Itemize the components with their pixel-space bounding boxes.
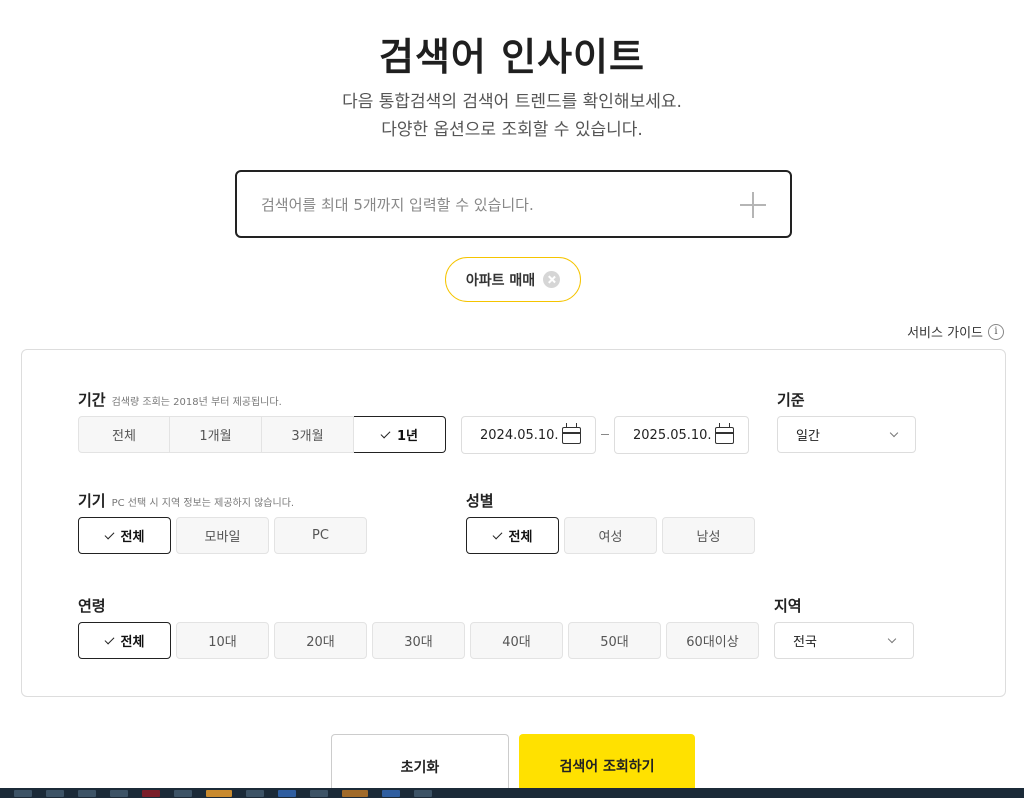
taskbar-icon[interactable] — [110, 789, 128, 797]
age-option-50s[interactable]: 50대 — [568, 622, 661, 659]
end-date-value: 2025.05.10. — [633, 427, 712, 443]
age-option-30s[interactable]: 30대 — [372, 622, 465, 659]
check-icon — [104, 529, 114, 539]
keyword-chip[interactable]: 아파트 매매 — [445, 257, 581, 302]
gender-segment: 전체 여성 남성 — [466, 517, 760, 554]
age-option-60plus[interactable]: 60대이상 — [666, 622, 759, 659]
gender-option-male[interactable]: 남성 — [662, 517, 755, 554]
age-option-all[interactable]: 전체 — [78, 622, 171, 659]
basis-select-value: 일간 — [796, 429, 820, 444]
taskbar-icon[interactable] — [46, 789, 64, 797]
age-option-20s[interactable]: 20대 — [274, 622, 367, 659]
region-label: 지역 — [774, 597, 802, 615]
taskbar-icon[interactable] — [14, 789, 32, 797]
period-option-3month[interactable]: 3개월 — [262, 416, 354, 453]
period-label: 기간 검색량 조회는 2018년 부터 제공됩니다. — [78, 391, 282, 409]
device-note: PC 선택 시 지역 정보는 제공하지 않습니다. — [111, 498, 295, 509]
device-option-pc[interactable]: PC — [274, 517, 367, 554]
start-date-field[interactable]: 2024.05.10. — [461, 416, 596, 454]
remove-keyword-close-icon[interactable] — [543, 271, 561, 288]
region-select[interactable]: 전국 — [774, 622, 914, 659]
taskbar-icon[interactable] — [206, 789, 232, 797]
chevron-down-icon — [887, 634, 897, 644]
chevron-down-icon — [889, 428, 899, 438]
period-note: 검색량 조회는 2018년 부터 제공됩니다. — [111, 397, 282, 408]
taskbar-icon[interactable] — [174, 789, 192, 797]
age-option-10s[interactable]: 10대 — [176, 622, 269, 659]
gender-option-female[interactable]: 여성 — [564, 517, 657, 554]
period-option-1year[interactable]: 1년 — [354, 416, 446, 453]
service-guide-label: 서비스 가이드 — [907, 326, 983, 341]
date-range-dash — [601, 434, 609, 435]
period-option-1month[interactable]: 1개월 — [170, 416, 262, 453]
taskbar-icon[interactable] — [246, 789, 264, 797]
taskbar-icon[interactable] — [142, 789, 160, 797]
check-icon — [492, 529, 502, 539]
gender-label: 성별 — [466, 492, 494, 510]
os-taskbar — [0, 788, 1024, 798]
taskbar-icon[interactable] — [278, 789, 296, 797]
info-icon: i — [988, 323, 1004, 340]
calendar-icon — [715, 423, 734, 444]
keyword-chip-label: 아파트 매매 — [465, 272, 536, 289]
period-segment: 전체 1개월 3개월 1년 — [78, 416, 446, 453]
period-option-all[interactable]: 전체 — [78, 416, 170, 453]
page-subtitle: 다음 통합검색의 검색어 트렌드를 확인해보세요. 다양한 옵션으로 조회할 수… — [0, 88, 1024, 144]
search-input[interactable] — [261, 190, 721, 220]
basis-label: 기준 — [777, 391, 805, 409]
taskbar-icon[interactable] — [414, 789, 432, 797]
calendar-icon — [562, 423, 581, 444]
taskbar-icon[interactable] — [342, 789, 368, 797]
basis-select[interactable]: 일간 — [777, 416, 916, 453]
subtitle-line-1: 다음 통합검색의 검색어 트렌드를 확인해보세요. — [342, 92, 682, 112]
add-keyword-plus-icon[interactable] — [738, 190, 768, 220]
device-option-mobile[interactable]: 모바일 — [176, 517, 269, 554]
subtitle-line-2: 다양한 옵션으로 조회할 수 있습니다. — [381, 120, 643, 140]
gender-option-all[interactable]: 전체 — [466, 517, 559, 554]
device-option-all[interactable]: 전체 — [78, 517, 171, 554]
age-option-40s[interactable]: 40대 — [470, 622, 563, 659]
search-box — [235, 170, 792, 238]
page-title: 검색어 인사이트 — [379, 35, 645, 79]
taskbar-icon[interactable] — [78, 789, 96, 797]
service-guide-link[interactable]: 서비스 가이드 i — [907, 322, 1004, 341]
taskbar-icon[interactable] — [310, 789, 328, 797]
start-date-value: 2024.05.10. — [480, 427, 559, 443]
device-label: 기기 PC 선택 시 지역 정보는 제공하지 않습니다. — [78, 492, 295, 510]
end-date-field[interactable]: 2025.05.10. — [614, 416, 749, 454]
device-segment: 전체 모바일 PC — [78, 517, 372, 554]
age-segment: 전체 10대 20대 30대 40대 50대 60대이상 — [78, 622, 764, 659]
check-icon — [104, 634, 114, 644]
region-select-value: 전국 — [793, 635, 817, 650]
age-label: 연령 — [78, 597, 106, 615]
check-icon — [380, 428, 391, 438]
taskbar-icon[interactable] — [382, 789, 400, 797]
